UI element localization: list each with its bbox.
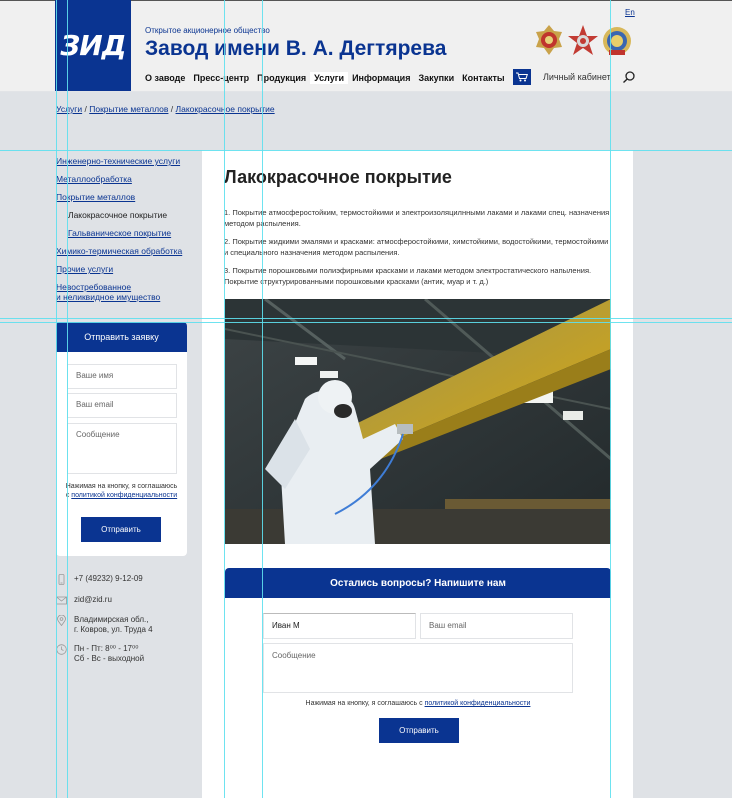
contact-address-line-1: Владимирская обл., <box>74 615 149 624</box>
site-header: ЗИД Открытое акционерное общество Завод … <box>0 0 732 92</box>
paragraph-1: 1. Покрытие атмосферостойким, термостойк… <box>224 208 610 228</box>
feedback-form-title: Остались вопросы? Напишите нам <box>225 568 611 598</box>
feedback-message-input[interactable]: Сообщение <box>263 643 573 693</box>
request-submit-button[interactable]: Отправить <box>81 517 161 542</box>
feedback-privacy-link[interactable]: политикой конфиденциальности <box>425 700 531 707</box>
breadcrumb-link-paint[interactable]: Лакокрасочное покрытие <box>176 104 275 114</box>
clock-icon <box>56 644 67 655</box>
org-subtitle: Открытое акционерное общество <box>145 26 270 35</box>
nav-item-press[interactable]: Пресс-центр <box>189 72 253 84</box>
sidebar-item-unclaimed-2[interactable]: и неликвидное имущество <box>56 292 196 302</box>
personal-cabinet-link[interactable]: Личный кабинет <box>543 72 611 82</box>
request-email-input[interactable]: Ваш email <box>67 393 177 418</box>
nav-item-services[interactable]: Услуги <box>310 72 349 84</box>
nav-item-purchases[interactable]: Закупки <box>414 72 458 84</box>
language-switch-link[interactable]: En <box>625 8 635 17</box>
nav-item-about[interactable]: О заводе <box>145 72 189 84</box>
contact-email-text[interactable]: zid@zid.ru <box>74 595 112 605</box>
award-orders <box>533 24 633 58</box>
org-title: Завод имени В. А. Дегтярева <box>145 37 447 60</box>
painting-worker-photo <box>225 299 611 544</box>
contact-hours-text: Пн - Пт: 8⁰⁰ - 17⁰⁰ Сб - Вс - выходной <box>74 644 144 664</box>
main-nav: О заводе Пресс-центр Продукция Услуги Ин… <box>145 72 509 84</box>
logo[interactable]: ЗИД <box>55 0 131 91</box>
sidebar-item-chemical-thermal[interactable]: Химико-термическая обработка <box>56 246 196 256</box>
feedback-form: Остались вопросы? Напишите нам Иван М Ва… <box>225 568 611 768</box>
feedback-privacy-text: Нажимая на кнопку, я соглашаюсь с <box>305 700 423 707</box>
sidebar-item-unclaimed[interactable]: Невостребованное <box>56 282 196 292</box>
breadcrumb-link-services[interactable]: Услуги <box>56 104 82 114</box>
contact-phone-text[interactable]: +7 (49232) 9-12-09 <box>74 574 143 584</box>
paragraph-3: 3. Покрытие порошковыми полиэфирными кра… <box>224 266 592 286</box>
request-form-title: Отправить заявку <box>56 322 187 352</box>
search-icon[interactable] <box>622 70 636 84</box>
contact-address-text: Владимирская обл., г. Ковров, ул. Труда 4 <box>74 615 153 635</box>
location-pin-icon <box>57 615 66 626</box>
contact-address-line-2: г. Ковров, ул. Труда 4 <box>74 625 153 634</box>
page-title: Лакокрасочное покрытие <box>224 167 452 187</box>
order-medal-icon-3 <box>603 27 631 55</box>
feedback-submit-button[interactable]: Отправить <box>379 718 459 743</box>
feedback-email-input[interactable]: Ваш email <box>420 613 573 639</box>
paragraph-2: 2. Покрытие жидкими эмалями и красками: … <box>224 237 609 257</box>
sidebar-item-metal-coating[interactable]: Покрытие металлов <box>56 192 196 202</box>
cart-icon <box>516 72 528 82</box>
contact-hours-line-2: Сб - Вс - выходной <box>74 654 145 663</box>
logo-text: ЗИД <box>60 29 126 62</box>
breadcrumb-link-coating[interactable]: Покрытие металлов <box>89 104 168 114</box>
sidebar-item-metalworking[interactable]: Металлообработка <box>56 174 196 184</box>
contact-hours-line-1: Пн - Пт: 8⁰⁰ - 17⁰⁰ <box>74 644 139 653</box>
feedback-name-input[interactable]: Иван М <box>263 613 416 639</box>
nav-item-contacts[interactable]: Контакты <box>458 72 508 84</box>
sidebar-item-other[interactable]: Прочие услуги <box>56 264 196 274</box>
request-privacy-link[interactable]: политикой конфиденциальности <box>71 492 177 499</box>
sidebar-item-paint-coating[interactable]: Лакокрасочное покрытие <box>56 210 196 220</box>
sidebar-item-galvanic[interactable]: Гальваническое покрытие <box>56 228 196 238</box>
order-medal-icon-1 <box>536 25 562 55</box>
cart-button[interactable] <box>513 69 531 85</box>
request-form: Отправить заявку Ваше имя Ваш email Сооб… <box>56 322 187 556</box>
request-privacy-note: Нажимая на кнопку, я соглашаюсь с полити… <box>64 482 179 500</box>
request-name-input[interactable]: Ваше имя <box>67 364 177 389</box>
nav-item-info[interactable]: Информация <box>348 72 414 84</box>
sidebar-menu: Инженерно-технические услуги Металлообра… <box>56 156 196 310</box>
sidebar-item-engineering[interactable]: Инженерно-технические услуги <box>56 156 196 166</box>
mail-icon <box>56 596 67 605</box>
request-message-input[interactable]: Сообщение <box>67 423 177 474</box>
feedback-privacy-note: Нажимая на кнопку, я соглашаюсь с полити… <box>225 700 611 707</box>
breadcrumb-separator: / <box>168 104 176 114</box>
nav-item-products[interactable]: Продукция <box>253 72 310 84</box>
breadcrumb: Услуги / Покрытие металлов / Лакокрасочн… <box>56 104 275 114</box>
order-medal-icon-2 <box>568 25 598 55</box>
phone-icon <box>58 574 65 585</box>
